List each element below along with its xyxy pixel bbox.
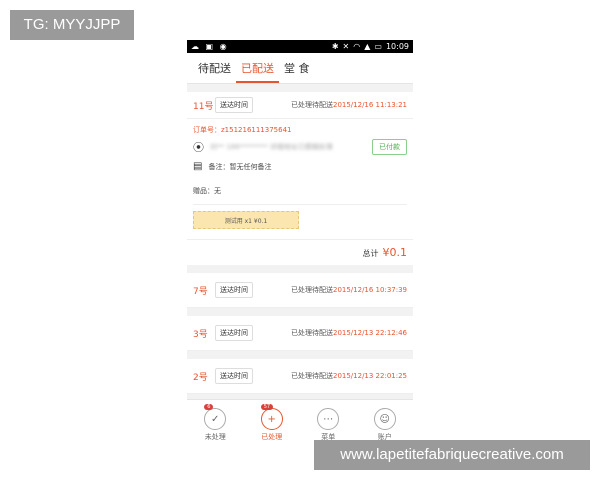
- order-total: 总计 ¥0.1: [187, 239, 413, 265]
- nav-label: 未处理: [204, 433, 226, 441]
- order-no: 订单号：z151216111375641: [193, 126, 292, 134]
- status-bar: ☁ ▣ ◉ ✱ ✕ ◠ ▲ ▭ 10:09: [187, 40, 413, 53]
- user-circle-icon: ☺: [373, 408, 396, 430]
- order-time: 2015/12/13 22:01:25: [332, 372, 407, 380]
- order-status: 已处理待配送: [290, 286, 333, 294]
- tab-pending-delivery[interactable]: 待配送: [193, 53, 236, 83]
- cat-icon: ◉: [219, 42, 227, 51]
- nav-unprocessed[interactable]: 6 ✓ 未处理: [204, 404, 227, 442]
- order-number: 7号: [193, 286, 208, 297]
- tab-delivered[interactable]: 已配送: [236, 53, 279, 83]
- image-icon: ▣: [205, 42, 214, 51]
- total-amount: ¥0.1: [382, 246, 408, 259]
- location-pin-icon: ⦿: [193, 141, 204, 154]
- order-card[interactable]: 2号 送达时间 已处理待配送 2015/12/13 22:01:25: [187, 359, 413, 394]
- note-row: ▤ 备注：暂无任何备注: [193, 161, 407, 172]
- delivery-time-button[interactable]: 送达时间: [215, 368, 253, 384]
- processed-badge: 57: [260, 404, 274, 410]
- order-time: 2015/12/13 22:12:46: [332, 329, 407, 337]
- delivery-time-button[interactable]: 送达时间: [215, 97, 253, 113]
- chat-icon: ▤: [193, 161, 203, 172]
- paid-badge: 已付款: [372, 139, 407, 155]
- phone-screen: ☁ ▣ ◉ ✱ ✕ ◠ ▲ ▭ 10:09 待配送 已配送 堂 食 11号 送达…: [187, 40, 413, 450]
- order-time: 2015/12/16 11:13:21: [332, 101, 407, 109]
- order-number: 2号: [193, 372, 208, 383]
- order-header: 3号 送达时间 已处理待配送 2015/12/13 22:12:46: [187, 316, 413, 351]
- order-card[interactable]: 11号 送达时间 已处理待配送 2015/12/16 11:13:21 订单号：…: [187, 92, 413, 265]
- unprocessed-badge: 6: [204, 404, 214, 410]
- nav-label: 已处理: [261, 433, 283, 441]
- address-row: ⦿ 刘** 186******** 详细地址已模糊处理 已付款: [193, 139, 407, 155]
- nav-account[interactable]: ☺ 账户: [373, 408, 396, 442]
- plus-circle-icon: +: [260, 408, 283, 430]
- watermark-bottom: www.lapetitefabriquecreative.com: [314, 440, 590, 470]
- wifi-icon: ◠: [353, 42, 361, 51]
- order-header: 7号 送达时间 已处理待配送 2015/12/16 10:37:39: [187, 273, 413, 308]
- gift-text: 赠品：无: [193, 180, 407, 205]
- signal-icon: ▲: [364, 42, 371, 51]
- order-card[interactable]: 3号 送达时间 已处理待配送 2015/12/13 22:12:46: [187, 316, 413, 351]
- nav-menu[interactable]: ⋯ 菜单: [317, 408, 340, 442]
- order-header: 2号 送达时间 已处理待配送 2015/12/13 22:01:25: [187, 359, 413, 394]
- order-details: 订单号：z151216111375641 ⦿ 刘** 186******** 详…: [187, 119, 413, 239]
- delivery-time-button[interactable]: 送达时间: [215, 325, 253, 341]
- weather-icon: ☁: [191, 42, 199, 51]
- order-status: 已处理待配送: [290, 101, 333, 109]
- watermark-top: TG: MYYJJPP: [10, 10, 134, 40]
- order-number: 11号: [193, 101, 214, 112]
- tab-bar: 待配送 已配送 堂 食: [187, 53, 413, 84]
- mute-icon: ✕: [342, 42, 350, 51]
- total-label: 总计: [362, 249, 379, 258]
- address-text: 刘** 186******** 详细地址已模糊处理: [210, 143, 333, 151]
- nav-processed[interactable]: 57 + 已处理: [260, 404, 283, 442]
- note-text: 备注：暂无任何备注: [208, 162, 272, 171]
- bluetooth-icon: ✱: [331, 42, 339, 51]
- delivery-time-button[interactable]: 送达时间: [215, 282, 253, 298]
- status-time: 10:09: [385, 42, 409, 51]
- order-item: 测试用 x1 ¥0.1: [193, 211, 299, 229]
- dots-circle-icon: ⋯: [317, 408, 340, 430]
- order-time: 2015/12/16 10:37:39: [332, 286, 407, 294]
- order-status: 已处理待配送: [290, 372, 333, 380]
- order-number: 3号: [193, 329, 208, 340]
- battery-icon: ▭: [374, 42, 382, 51]
- order-status: 已处理待配送: [290, 329, 333, 337]
- order-header: 11号 送达时间 已处理待配送 2015/12/16 11:13:21: [187, 92, 413, 119]
- order-card[interactable]: 7号 送达时间 已处理待配送 2015/12/16 10:37:39: [187, 273, 413, 308]
- tab-dine-in[interactable]: 堂 食: [279, 53, 315, 83]
- check-circle-icon: ✓: [204, 408, 227, 430]
